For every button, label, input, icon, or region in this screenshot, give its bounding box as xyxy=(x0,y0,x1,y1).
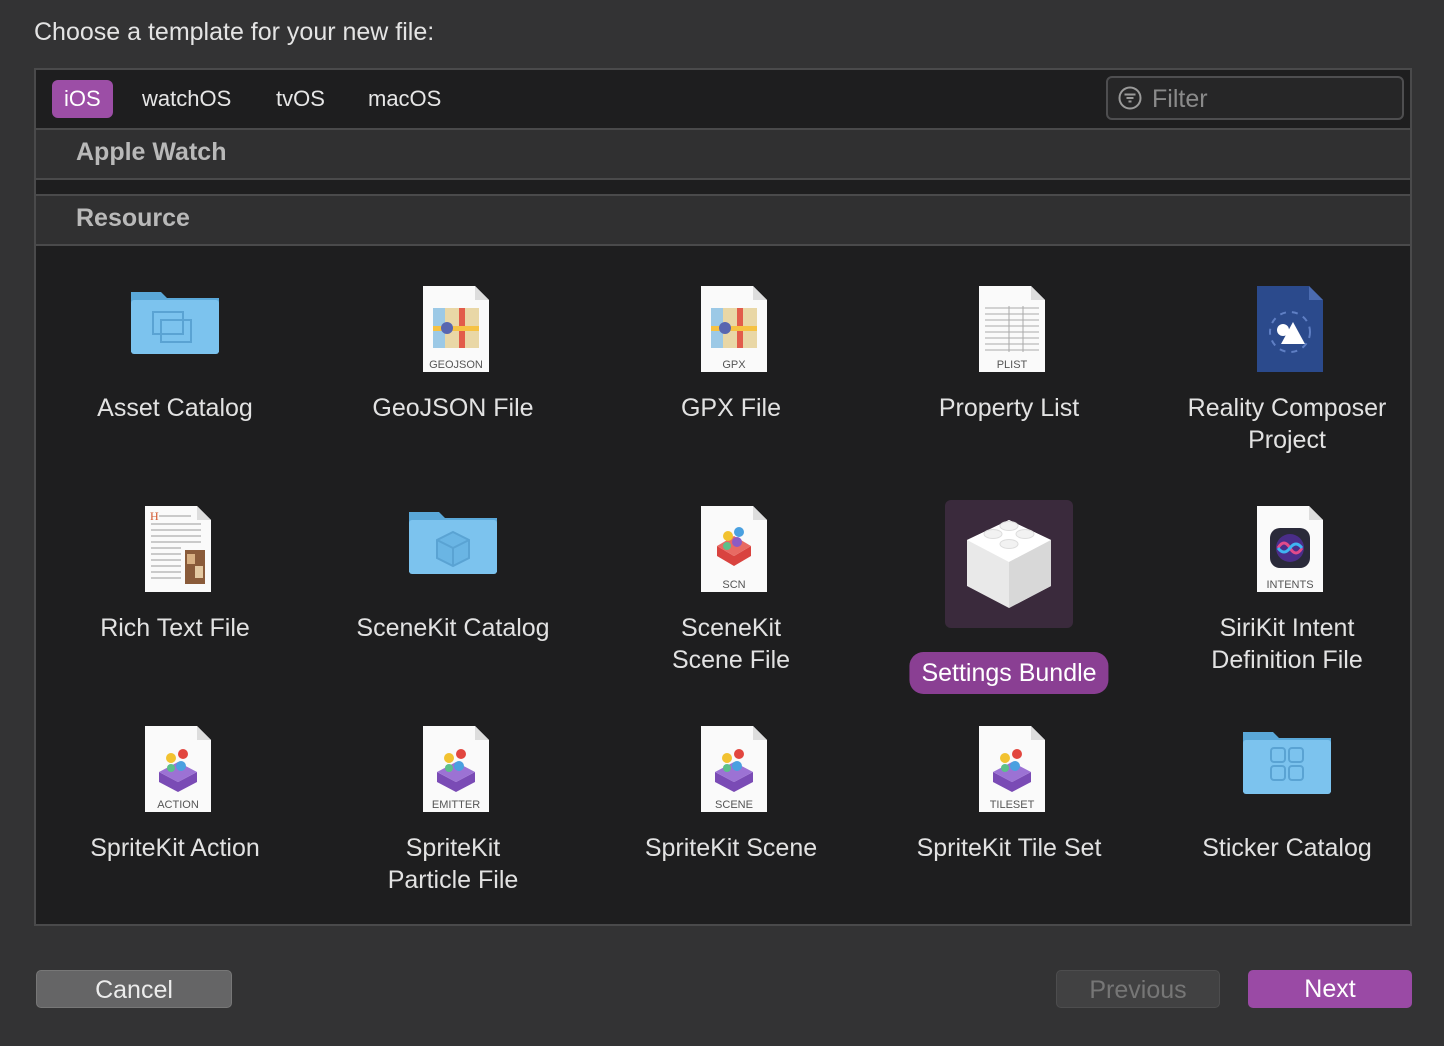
template-label: Settings Bundle xyxy=(909,652,1109,694)
template-label: Sticker Catalog xyxy=(1202,834,1372,862)
template-label: Reality Composer Project xyxy=(1187,394,1387,454)
spritekit-document-icon: EMITTER xyxy=(403,714,503,814)
template-label: SpriteKit Particle File xyxy=(387,834,519,894)
cancel-button[interactable]: Cancel xyxy=(36,970,232,1008)
doc-tag: INTENTS xyxy=(1266,579,1313,591)
template-label: SpriteKit Action xyxy=(90,834,260,862)
template-asset-catalog[interactable]: Asset Catalog xyxy=(36,250,314,470)
template-label: GPX File xyxy=(680,394,782,422)
template-spritekit-scene[interactable]: SCENE SpriteKit Scene xyxy=(592,690,870,910)
doc-tag: SCENE xyxy=(715,799,753,811)
doc-tag: TILESET xyxy=(990,799,1035,811)
section-spacer xyxy=(36,180,1410,194)
map-document-icon: GPX xyxy=(681,274,781,374)
filter-field[interactable] xyxy=(1106,76,1404,120)
doc-tag: PLIST xyxy=(997,359,1028,371)
table-document-icon: PLIST xyxy=(959,274,1059,374)
template-spritekit-particle-file[interactable]: EMITTER SpriteKit Particle File xyxy=(314,690,592,910)
template-label: SiriKit Intent Definition File xyxy=(1211,614,1363,674)
scenekit-document-icon: SCN xyxy=(681,494,781,594)
prompt-title: Choose a template for your new file: xyxy=(34,18,435,46)
spritekit-document-icon: TILESET xyxy=(959,714,1059,814)
rich-text-document-icon: H xyxy=(125,494,225,594)
template-settings-bundle[interactable]: Settings Bundle xyxy=(870,470,1148,694)
template-label: SceneKit Catalog xyxy=(356,614,550,642)
template-reality-composer-project[interactable]: Reality Composer Project xyxy=(1148,250,1410,470)
template-label: Asset Catalog xyxy=(97,394,253,422)
template-scenekit-catalog[interactable]: SceneKit Catalog xyxy=(314,470,592,690)
template-property-list[interactable]: PLIST Property List xyxy=(870,250,1148,470)
map-document-icon: GEOJSON xyxy=(403,274,503,374)
template-label: Property List xyxy=(938,394,1080,422)
template-label: SpriteKit Scene xyxy=(644,834,818,862)
template-spritekit-action[interactable]: ACTION SpriteKit Action xyxy=(36,690,314,910)
doc-tag: GEOJSON xyxy=(429,359,483,371)
template-panel: iOS watchOS tvOS macOS Apple Watch Resou… xyxy=(34,68,1412,926)
template-rich-text-file[interactable]: H Rich Text File xyxy=(36,470,314,690)
template-gpx-file[interactable]: GPX GPX File xyxy=(592,250,870,470)
siri-document-icon: INTENTS xyxy=(1237,494,1337,594)
template-label: GeoJSON File xyxy=(372,394,534,422)
doc-tag: SCN xyxy=(722,579,745,591)
tab-ios[interactable]: iOS xyxy=(52,80,113,118)
sticker-folder-icon xyxy=(1237,714,1337,814)
filter-input[interactable] xyxy=(1150,82,1394,116)
reality-composer-icon xyxy=(1237,274,1337,374)
template-spritekit-tile-set[interactable]: TILESET SpriteKit Tile Set xyxy=(870,690,1148,910)
template-label: SceneKit Scene File xyxy=(671,614,791,674)
section-title: Resource xyxy=(76,204,190,232)
template-geojson-file[interactable]: GEOJSON GeoJSON File xyxy=(314,250,592,470)
folder-cube-icon xyxy=(403,494,503,594)
platform-tab-bar: iOS watchOS tvOS macOS xyxy=(36,70,1410,130)
doc-tag: ACTION xyxy=(157,799,199,811)
tab-watchos[interactable]: watchOS xyxy=(130,80,243,118)
template-sirikit-intent-definition-file[interactable]: INTENTS SiriKit Intent Definition File xyxy=(1148,470,1410,690)
spritekit-document-icon: ACTION xyxy=(125,714,225,814)
svg-text:H: H xyxy=(150,509,159,523)
filter-icon xyxy=(1118,86,1142,110)
spritekit-document-icon: SCENE xyxy=(681,714,781,814)
folder-icon xyxy=(125,274,225,374)
section-title: Apple Watch xyxy=(76,138,227,166)
template-label: SpriteKit Tile Set xyxy=(916,834,1102,862)
tab-tvos[interactable]: tvOS xyxy=(264,80,337,118)
next-button[interactable]: Next xyxy=(1248,970,1412,1008)
doc-tag: GPX xyxy=(722,359,746,371)
previous-button[interactable]: Previous xyxy=(1056,970,1220,1008)
section-apple-watch[interactable]: Apple Watch xyxy=(36,128,1410,180)
template-scenekit-scene-file[interactable]: SCN SceneKit Scene File xyxy=(592,470,870,690)
template-sticker-catalog[interactable]: Sticker Catalog xyxy=(1148,690,1410,910)
template-label: Rich Text File xyxy=(100,614,250,642)
lego-brick-icon xyxy=(945,500,1073,628)
tab-macos[interactable]: macOS xyxy=(356,80,453,118)
doc-tag: EMITTER xyxy=(432,799,480,811)
section-resource[interactable]: Resource xyxy=(36,194,1410,246)
